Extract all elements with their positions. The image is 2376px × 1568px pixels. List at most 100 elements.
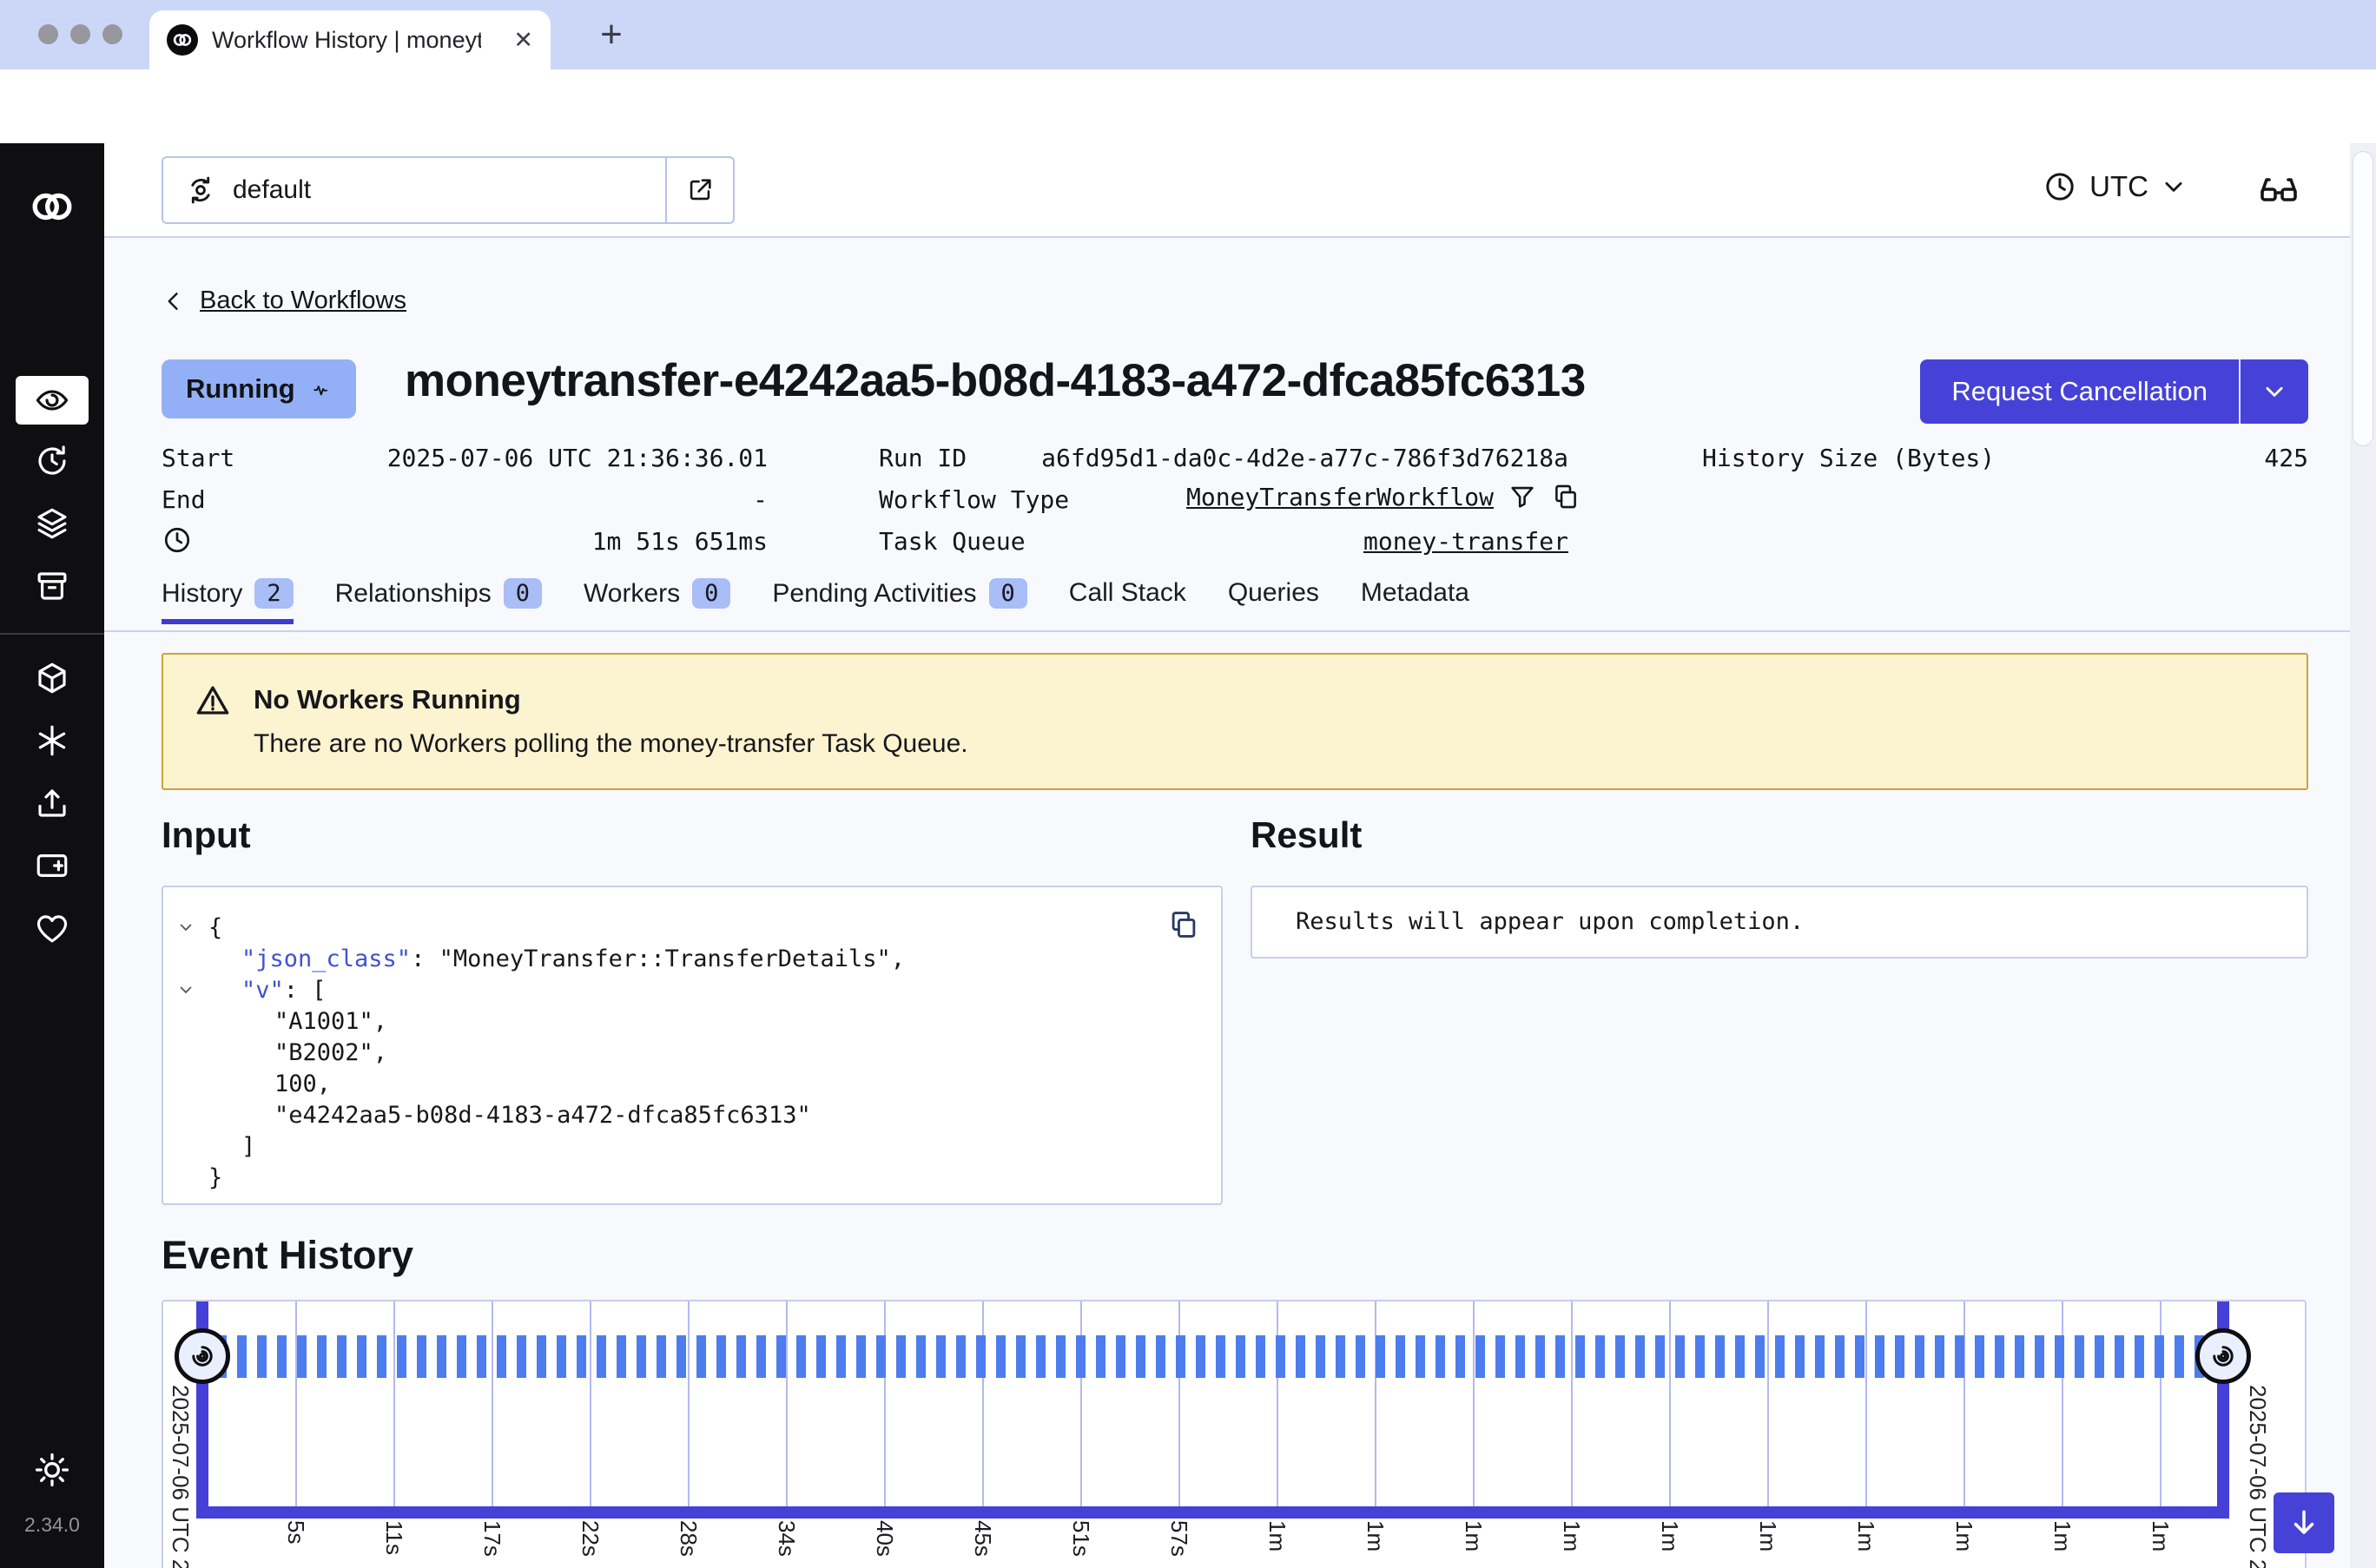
sidebar-item-batch-operations[interactable] (0, 494, 104, 557)
timeline-tick-label: 45s (969, 1520, 996, 1557)
tab-call-stack[interactable]: Call Stack (1069, 578, 1186, 618)
tab-title: Workflow History | moneytran (212, 27, 481, 54)
timeline-tick-label: 1m (2147, 1520, 2174, 1552)
tabs-divider (104, 630, 2376, 632)
timeline-gridline (786, 1301, 788, 1506)
sidebar-item-nexus[interactable] (0, 711, 104, 774)
namespace-icon (184, 174, 217, 207)
scroll-down-button[interactable] (2274, 1492, 2334, 1553)
request-cancellation-label[interactable]: Request Cancellation (1920, 359, 2239, 424)
spiral-icon (2208, 1341, 2239, 1372)
tab-queries[interactable]: Queries (1228, 578, 1319, 618)
tab-workers[interactable]: Workers0 (584, 578, 730, 619)
timeline-tick-label: 17s (478, 1520, 505, 1557)
request-cancellation-button[interactable]: Request Cancellation (1920, 359, 2308, 424)
warning-message: There are no Workers polling the money-t… (254, 729, 968, 759)
schedules-icon (34, 443, 70, 479)
timeline-gridline (1571, 1301, 1573, 1506)
sidebar: 2.34.0 (0, 143, 104, 1568)
heartbeat-icon (307, 377, 332, 401)
filter-icon[interactable] (1508, 482, 1537, 511)
window-close-button[interactable] (38, 24, 58, 44)
code-line: "e4242aa5-b08d-4183-a472-dfca85fc6313" (163, 1099, 1160, 1130)
sidebar-item-workflows[interactable] (0, 369, 104, 432)
timeline-tick-label: 1m (1754, 1520, 1781, 1552)
namespace-selector[interactable]: default (162, 156, 735, 224)
timeline-gridline (1767, 1301, 1769, 1506)
import-icon (34, 785, 70, 821)
timeline-tick-label: 5s (282, 1520, 309, 1544)
tab-label: Call Stack (1069, 578, 1186, 608)
task-queue-link[interactable]: money-transfer (879, 527, 1568, 556)
back-to-workflows-link[interactable]: Back to Workflows (162, 287, 406, 315)
timeline-tick-label: 1m (2049, 1520, 2076, 1552)
fold-chevron-icon[interactable] (177, 919, 195, 936)
nexus-icon (34, 722, 70, 759)
event-history-heading: Event History (162, 1233, 413, 1278)
namespace-open-button[interactable] (665, 158, 733, 222)
timezone-selector[interactable]: UTC (2043, 169, 2187, 204)
timeline-gridline (295, 1301, 297, 1506)
sidebar-item-archival[interactable] (0, 557, 104, 619)
tab-pending-activities[interactable]: Pending Activities0 (772, 578, 1026, 619)
tab-close-icon[interactable]: ✕ (513, 27, 533, 54)
copy-icon[interactable] (1167, 908, 1200, 941)
status-label: Running (186, 373, 295, 405)
timeline-tick-label: 1m (1558, 1520, 1585, 1552)
timeline-gridline (1865, 1301, 1867, 1506)
sidebar-item-namespaces[interactable] (0, 649, 104, 711)
workflow-type-link[interactable]: MoneyTransferWorkflow (1186, 483, 1494, 511)
timeline-gridline (492, 1301, 493, 1506)
no-workers-warning-banner: No Workers Running There are no Workers … (162, 653, 2308, 790)
tab-history[interactable]: History2 (162, 578, 294, 624)
chevron-down-icon (2261, 379, 2287, 405)
workflow-latest-marker[interactable] (2195, 1328, 2251, 1384)
temporal-favicon-icon (167, 24, 198, 56)
timeline-tick-label: 57s (1165, 1520, 1192, 1557)
history-size-value: 425 (1702, 444, 2308, 472)
start-value: 2025-07-06 UTC 21:36:36.01 (162, 444, 768, 472)
timeline-tick-label: 1m (1656, 1520, 1683, 1552)
sidebar-item-schedules[interactable] (0, 432, 104, 494)
result-placeholder: Results will appear upon completion. (1296, 887, 1804, 957)
timeline-gridline (2160, 1301, 2162, 1506)
browser-toolbar: ← → ↻ localhost:8080/namespaces/default/… (0, 69, 2376, 143)
timeline-tick-label: 11s (380, 1520, 407, 1555)
workflow-title: moneytransfer-e4242aa5-b08d-4183-a472-df… (405, 354, 1586, 407)
cancellation-menu-button[interactable] (2239, 359, 2308, 424)
new-tab-button[interactable]: + (589, 9, 634, 61)
timeline-axis (196, 1506, 2229, 1519)
timeline-tick-label: 1m (1950, 1520, 1977, 1552)
window-zoom-button[interactable] (102, 24, 122, 44)
tab-relationships[interactable]: Relationships0 (335, 578, 542, 619)
code-line: } (163, 1162, 1160, 1193)
scrollbar-thumb[interactable] (2353, 151, 2373, 446)
timeline-gridline (1375, 1301, 1376, 1506)
tab-label: Queries (1228, 578, 1319, 608)
timeline-tick-label: 51s (1067, 1520, 1094, 1557)
timeline-tick-label: 1m (1264, 1520, 1290, 1552)
browser-tab[interactable]: Workflow History | moneytran ✕ (149, 10, 551, 69)
labs-glasses-toggle[interactable] (2258, 169, 2300, 211)
timeline-gridline (1277, 1301, 1278, 1506)
timeline-start-date: 2025-07-06 UTC 2 (167, 1385, 194, 1568)
tab-label: Workers (584, 579, 680, 609)
result-panel: Results will appear upon completion. (1251, 886, 2308, 959)
warning-title: No Workers Running (254, 684, 521, 715)
sidebar-item-import[interactable] (0, 774, 104, 836)
workflows-icon (34, 382, 70, 418)
copy-icon[interactable] (1551, 482, 1581, 511)
tab-count-badge: 2 (254, 578, 293, 609)
workflow-start-marker[interactable] (175, 1328, 230, 1384)
labs-icon (34, 847, 70, 884)
code-line: "json_class": "MoneyTransfer::TransferDe… (163, 943, 1160, 974)
fold-chevron-icon[interactable] (177, 981, 195, 998)
sidebar-item-feedback[interactable] (0, 899, 104, 961)
tab-metadata[interactable]: Metadata (1361, 578, 1469, 618)
window-minimize-button[interactable] (70, 24, 90, 44)
sidebar-item-labs[interactable] (0, 836, 104, 899)
theme-toggle-sun-icon[interactable] (33, 1451, 71, 1489)
archival-icon (34, 568, 70, 604)
timeline-gridline (1080, 1301, 1082, 1506)
tab-count-badge: 0 (504, 578, 542, 609)
